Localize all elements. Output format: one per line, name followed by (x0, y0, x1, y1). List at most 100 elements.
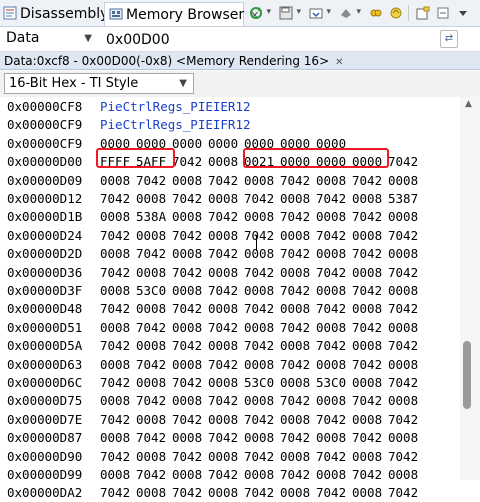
memory-word[interactable]: 7042 (172, 448, 208, 466)
memory-word[interactable]: 7042 (244, 484, 280, 502)
memory-word[interactable]: 0008 (208, 227, 244, 245)
memory-word[interactable]: 0008 (172, 208, 208, 226)
memory-word[interactable]: 7042 (136, 356, 172, 374)
memory-word[interactable]: 7042 (352, 356, 388, 374)
memory-word[interactable]: 7042 (100, 484, 136, 502)
memory-word[interactable]: 7042 (244, 411, 280, 429)
memory-row[interactable]: 0x00000D6C 7042 0008 7042 0008 53C0 0008 53C0 00… (7, 374, 424, 392)
memory-word[interactable]: 7042 (280, 429, 316, 447)
memory-word[interactable]: 7042 (172, 300, 208, 318)
memory-word[interactable]: 7042 (244, 227, 280, 245)
memory-word[interactable]: 0008 (388, 392, 424, 410)
memory-word[interactable]: 7042 (100, 300, 136, 318)
vertical-scrollbar[interactable]: ▲ (460, 97, 480, 480)
memory-word[interactable]: 7042 (100, 448, 136, 466)
memory-word[interactable]: 0008 (352, 264, 388, 282)
memory-word[interactable]: 0008 (136, 227, 172, 245)
memory-row[interactable]: 0x00000D90 7042 0008 7042 0008 7042 0008 7042 00… (7, 448, 424, 466)
memory-word[interactable]: 7042 (100, 411, 136, 429)
memory-word[interactable]: 0008 (244, 392, 280, 410)
memory-word[interactable]: 0008 (172, 356, 208, 374)
memory-view[interactable]: 0x00000CF8 PieCtrlRegs_PIEIER12 0x00000CF9… (0, 97, 460, 500)
memory-word[interactable]: 7042 (100, 190, 136, 208)
memory-word[interactable]: 0008 (208, 411, 244, 429)
memory-word[interactable]: 0008 (136, 484, 172, 502)
memory-word[interactable]: 7042 (136, 429, 172, 447)
memory-space-select[interactable]: Data ▼ (2, 27, 98, 50)
memory-word[interactable]: 7042 (172, 153, 208, 171)
memory-word[interactable]: 0008 (388, 429, 424, 447)
memory-word[interactable]: 7042 (352, 208, 388, 226)
memory-word[interactable]: 5387 (388, 190, 424, 208)
memory-word[interactable]: 0008 (280, 264, 316, 282)
memory-word[interactable]: 7042 (352, 282, 388, 300)
memory-word[interactable]: 0008 (388, 208, 424, 226)
memory-word[interactable]: 0008 (208, 448, 244, 466)
memory-row[interactable]: 0x00000D2D 0008 7042 0008 7042 0008 7042 0008 70… (7, 245, 424, 263)
chevron-up-icon[interactable]: ▲ (465, 99, 472, 109)
memory-word[interactable]: 0008 (316, 356, 352, 374)
memory-word[interactable]: 7042 (316, 300, 352, 318)
memory-word[interactable]: 7042 (208, 319, 244, 337)
memory-word[interactable]: 7042 (136, 466, 172, 484)
memory-word[interactable]: 0008 (172, 392, 208, 410)
memory-word[interactable]: 7042 (172, 411, 208, 429)
memory-word[interactable]: 538A (136, 208, 172, 226)
memory-word[interactable]: 7042 (316, 337, 352, 355)
memory-word[interactable]: 0008 (208, 190, 244, 208)
memory-word[interactable]: 7042 (244, 190, 280, 208)
memory-word[interactable]: 0008 (388, 172, 424, 190)
memory-word[interactable]: 0008 (208, 300, 244, 318)
memory-word[interactable]: 7042 (172, 337, 208, 355)
memory-word[interactable]: 7042 (280, 466, 316, 484)
menu-icon[interactable] (455, 5, 471, 21)
memory-row[interactable]: 0x00000CF9 PieCtrlRegs_PIEIFR12 (7, 116, 251, 134)
memory-word[interactable]: 0008 (244, 429, 280, 447)
memory-row[interactable]: 0x00000D09 0008 7042 0008 7042 0008 7042 0008 70… (7, 172, 424, 190)
memory-row[interactable]: 0x00000D51 0008 7042 0008 7042 0008 7042 0008 70… (7, 319, 424, 337)
memory-word[interactable]: 7042 (172, 374, 208, 392)
tab-disassembly[interactable]: Disassembly (0, 2, 108, 26)
memory-word[interactable]: 7042 (388, 153, 424, 171)
memory-word[interactable]: 7042 (352, 172, 388, 190)
memory-row[interactable]: 0x00000D99 0008 7042 0008 7042 0008 7042 0008 70… (7, 466, 424, 484)
memory-row[interactable]: 0x00000DA2 7042 0008 7042 0008 7042 0008 7042 00… (7, 484, 424, 502)
memory-word[interactable]: 0008 (316, 172, 352, 190)
memory-word[interactable]: 0008 (352, 411, 388, 429)
memory-word[interactable]: 7042 (208, 208, 244, 226)
memory-word[interactable]: 7042 (352, 392, 388, 410)
memory-word[interactable]: 7042 (208, 172, 244, 190)
memory-word[interactable]: 7042 (316, 411, 352, 429)
memory-word[interactable]: 0008 (136, 300, 172, 318)
memory-word[interactable]: 7042 (316, 190, 352, 208)
memory-word[interactable]: 7042 (316, 227, 352, 245)
memory-word[interactable]: 7042 (208, 466, 244, 484)
memory-word[interactable]: 7042 (136, 245, 172, 263)
memory-word[interactable]: 7042 (244, 300, 280, 318)
memory-word[interactable]: 7042 (244, 337, 280, 355)
refresh-icon[interactable] (248, 5, 271, 21)
memory-row[interactable]: 0x00000D48 7042 0008 7042 0008 7042 0008 7042 00… (7, 300, 424, 318)
memory-word[interactable]: 7042 (388, 337, 424, 355)
memory-word[interactable]: 7042 (280, 245, 316, 263)
memory-word[interactable]: 7042 (388, 448, 424, 466)
memory-word[interactable]: 53C0 (316, 374, 352, 392)
memory-word[interactable]: 0008 (100, 245, 136, 263)
memory-word[interactable]: 7042 (208, 245, 244, 263)
memory-word[interactable]: 0008 (316, 245, 352, 263)
memory-word[interactable]: 7042 (388, 374, 424, 392)
memory-word[interactable]: 7042 (136, 392, 172, 410)
memory-word[interactable]: 7042 (172, 484, 208, 502)
memory-word[interactable]: 0008 (100, 319, 136, 337)
memory-word[interactable]: 0008 (208, 484, 244, 502)
memory-word[interactable]: 0008 (352, 448, 388, 466)
memory-word[interactable]: 0008 (388, 282, 424, 300)
memory-word[interactable]: 0008 (136, 448, 172, 466)
memory-word[interactable]: 0008 (100, 356, 136, 374)
sync-icon[interactable] (388, 5, 404, 21)
memory-word[interactable]: 0008 (352, 190, 388, 208)
memory-word[interactable]: 7042 (352, 429, 388, 447)
memory-row[interactable]: 0x00000D5A 7042 0008 7042 0008 7042 0008 7042 00… (7, 337, 424, 355)
register-label[interactable]: PieCtrlRegs_PIEIER12 (100, 99, 251, 114)
memory-word[interactable]: 0008 (136, 374, 172, 392)
